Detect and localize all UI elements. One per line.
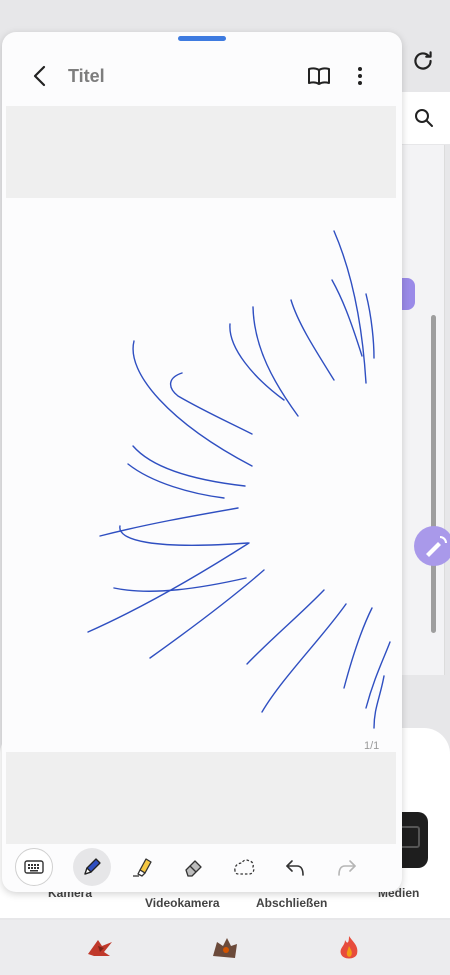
pen-fab-button[interactable] xyxy=(414,526,450,566)
handwriting-strokes xyxy=(87,230,391,729)
refresh-icon[interactable] xyxy=(410,48,436,74)
redo-icon xyxy=(338,860,356,876)
background-panel xyxy=(395,145,445,675)
drawing-canvas[interactable] xyxy=(2,198,402,752)
pen-tool-button[interactable] xyxy=(73,848,111,886)
page-margin-bottom xyxy=(6,752,396,844)
abschliessen-label[interactable]: Abschließen xyxy=(256,896,327,910)
book-icon[interactable] xyxy=(305,62,333,90)
dragon-head-icon[interactable] xyxy=(209,934,241,962)
highlighter-tool-button[interactable] xyxy=(123,848,161,886)
scrollbar[interactable] xyxy=(431,315,436,633)
keyboard-icon xyxy=(24,860,44,874)
note-popup-window[interactable]: Titel 1/1 xyxy=(2,32,402,892)
more-options-icon[interactable] xyxy=(348,62,372,90)
note-title-bar: Titel xyxy=(2,54,402,98)
lasso-tool-button[interactable] xyxy=(225,848,263,886)
undo-icon xyxy=(286,860,304,876)
pen-wireless-icon xyxy=(426,536,447,557)
lasso-icon xyxy=(234,859,255,875)
page-indicator: 1/1 xyxy=(364,740,380,752)
pen-icon xyxy=(84,858,101,875)
drawing-toolbar xyxy=(2,844,402,892)
window-drag-handle[interactable] xyxy=(178,36,226,41)
search-icon[interactable] xyxy=(412,106,436,130)
flame-icon[interactable] xyxy=(333,934,365,962)
eraser-tool-button[interactable] xyxy=(175,848,213,886)
eraser-icon xyxy=(185,860,202,877)
keyboard-button[interactable] xyxy=(15,848,53,886)
highlighter-icon xyxy=(133,858,152,877)
page-margin-top xyxy=(6,106,396,198)
videokamera-label[interactable]: Videokamera xyxy=(145,896,220,910)
redo-button[interactable] xyxy=(328,848,366,886)
back-arrow-icon[interactable] xyxy=(26,62,54,90)
note-title[interactable]: Titel xyxy=(68,66,105,87)
dragon-icon[interactable] xyxy=(84,934,116,962)
undo-button[interactable] xyxy=(276,848,314,886)
